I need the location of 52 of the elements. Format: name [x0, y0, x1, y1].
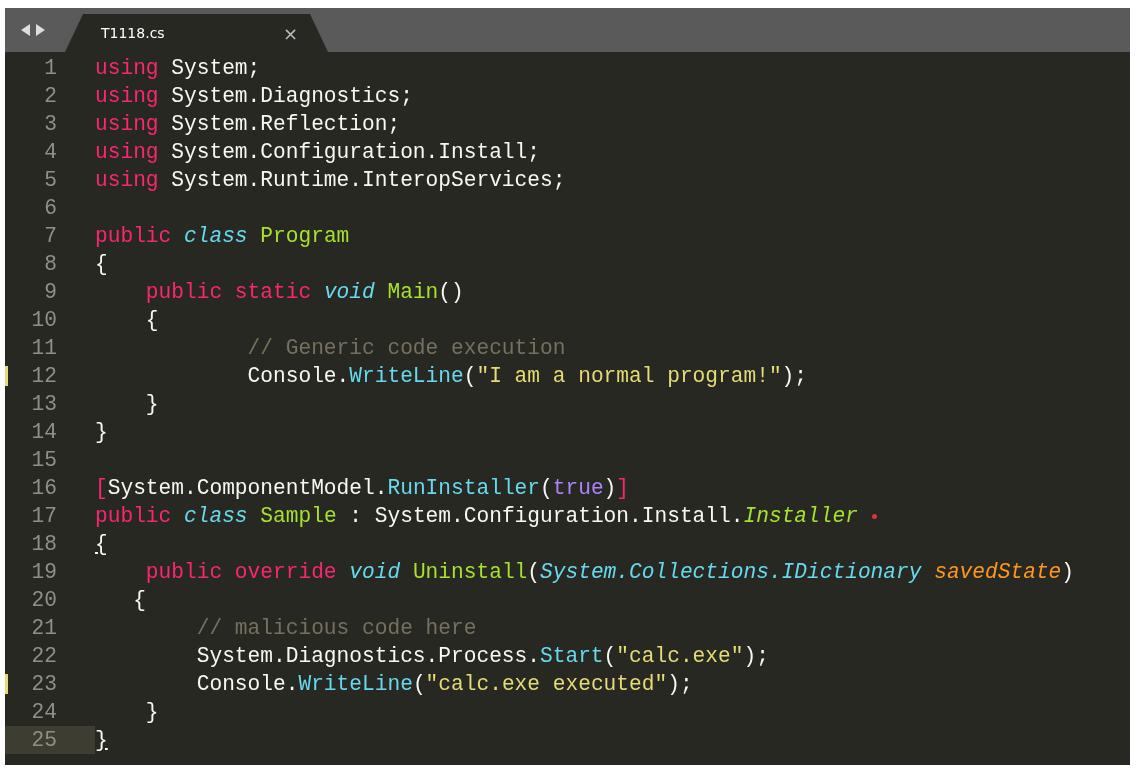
code-line: { [95, 531, 108, 558]
line-number: 5 [44, 167, 57, 194]
line-number: 8 [44, 251, 57, 278]
line-number: 18 [31, 531, 57, 558]
line-number: 16 [31, 475, 57, 502]
code-line: using System; [95, 55, 261, 82]
code-line: Console.WriteLine("calc.exe executed"); [195, 671, 693, 698]
line-number: 21 [31, 615, 57, 642]
line-number: 4 [44, 139, 57, 166]
code-line: } [144, 699, 159, 726]
line-number: 13 [31, 391, 57, 418]
editor-tab[interactable]: T1118.cs × [65, 14, 328, 52]
line-number: 11 [31, 335, 57, 362]
right-arrow-icon[interactable] [36, 24, 45, 36]
code-line: System.Diagnostics.Process.Start("calc.exe"); [195, 643, 769, 670]
code-line: } [144, 391, 159, 418]
close-icon[interactable]: × [282, 22, 298, 44]
line-number: 17 [31, 503, 57, 530]
code-line: // malicious code here [195, 615, 477, 642]
code-line: { [132, 587, 146, 614]
line-number: 6 [44, 195, 57, 222]
code-line: { [95, 251, 108, 278]
code-line: public class Sample : System.Configuration.Install.Installer [95, 503, 858, 530]
code-line: using System.Diagnostics; [95, 83, 413, 110]
line-number: 15 [31, 447, 57, 474]
line-number: 12 [31, 363, 57, 390]
line-number: 10 [31, 307, 57, 334]
line-number: 19 [31, 559, 57, 586]
line-number: 14 [31, 419, 57, 446]
line-number: 22 [31, 643, 57, 670]
code-line: } [95, 727, 108, 754]
code-line: using System.Runtime.InteropServices; [95, 167, 566, 194]
line-number: 24 [31, 699, 57, 726]
code-line: using System.Reflection; [95, 111, 401, 138]
line-number: 25 [31, 727, 57, 754]
code-line: [System.ComponentModel.RunInstaller(true)] [95, 475, 630, 502]
code-line: public class Program [95, 223, 350, 250]
line-number: 23 [31, 671, 57, 698]
left-arrow-icon[interactable] [21, 24, 30, 36]
code-line: { [144, 307, 159, 334]
code-line: public override void Uninstall(System.Collections.IDictionary savedState) [144, 559, 1075, 586]
line-number: 20 [31, 587, 57, 614]
code-line: } [95, 419, 108, 446]
line-number: 1 [44, 55, 57, 82]
line-number: 2 [44, 83, 57, 110]
code-line: using System.Configuration.Install; [95, 139, 540, 166]
line-number: 7 [44, 223, 57, 250]
line-number: 9 [44, 279, 57, 306]
line-number: 3 [44, 111, 57, 138]
code-line: public static void Main() [144, 279, 464, 306]
code-line: // Generic code execution [246, 335, 566, 362]
code-line: Console.WriteLine("I am a normal program!"); [246, 363, 808, 390]
